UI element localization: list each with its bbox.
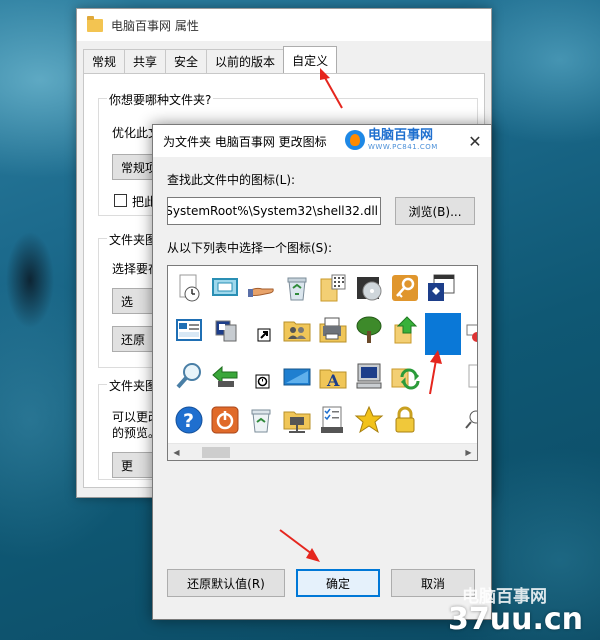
tab-security[interactable]: 安全 bbox=[165, 49, 208, 73]
folder-icon bbox=[87, 15, 103, 32]
change-icon-title: 为文件夹 电脑百事网 更改图标 bbox=[163, 134, 327, 149]
key-icon[interactable] bbox=[388, 271, 422, 305]
recycle-bin-full-icon[interactable] bbox=[280, 271, 314, 305]
display-properties-icon[interactable] bbox=[208, 271, 242, 305]
arrow-to-customize-tab bbox=[320, 68, 343, 109]
printer-folder-icon[interactable] bbox=[316, 313, 350, 347]
shortcut-arrow-icon[interactable] bbox=[244, 313, 278, 347]
checklist-icon[interactable] bbox=[316, 403, 350, 437]
font-folder-icon[interactable]: A bbox=[316, 359, 350, 393]
usb-icon[interactable] bbox=[208, 359, 242, 393]
hand-share-icon[interactable] bbox=[244, 271, 278, 305]
arrow-to-ok-button bbox=[279, 529, 320, 562]
folder-people-icon[interactable] bbox=[280, 313, 314, 347]
document-grid-icon[interactable] bbox=[316, 271, 350, 305]
window-settings-icon[interactable] bbox=[424, 271, 458, 305]
scroll-left-icon[interactable]: ◀ bbox=[168, 444, 185, 460]
icon-file-path-input[interactable]: %SystemRoot%\System32\shell32.dll bbox=[167, 197, 381, 225]
tree-icon[interactable] bbox=[352, 313, 386, 347]
find-icons-label: 查找此文件中的图标(L): bbox=[167, 173, 296, 187]
change-icon-titlebar: 为文件夹 电脑百事网 更改图标 电脑百事网 WWW.PC841.COM ✕ bbox=[153, 125, 491, 157]
clock-overlay-icon[interactable] bbox=[244, 359, 278, 393]
help-icon[interactable]: ? bbox=[172, 403, 206, 437]
scroll-thumb[interactable] bbox=[202, 447, 230, 458]
browse-button[interactable]: 浏览(B)... bbox=[395, 197, 475, 225]
icon-file-path-value: %SystemRoot%\System32\shell32.dll bbox=[167, 204, 378, 218]
tab-sharing[interactable]: 共享 bbox=[124, 49, 167, 73]
sync-icon[interactable] bbox=[388, 359, 422, 393]
computer-icon[interactable] bbox=[352, 359, 386, 393]
partial-icon[interactable] bbox=[464, 313, 477, 347]
lock-icon[interactable] bbox=[388, 403, 422, 437]
icon-list-label: 从以下列表中选择一个图标(S): bbox=[167, 241, 333, 255]
arrow-to-selected-icon bbox=[429, 350, 442, 395]
restore-default-button[interactable]: 还原默认值(R) bbox=[167, 569, 285, 597]
star-icon[interactable] bbox=[352, 403, 386, 437]
scroll-right-icon[interactable]: ▶ bbox=[460, 444, 477, 460]
ok-button[interactable]: 确定 bbox=[296, 569, 380, 597]
logo-mark-icon bbox=[345, 130, 365, 150]
folder-network-icon[interactable] bbox=[280, 403, 314, 437]
tab-general[interactable]: 常规 bbox=[83, 49, 126, 73]
watermark-main: 37uu.cn bbox=[448, 602, 583, 637]
document-icon[interactable] bbox=[464, 359, 477, 393]
screen-icon[interactable] bbox=[280, 359, 314, 393]
tab-previous-versions[interactable]: 以前的版本 bbox=[206, 49, 285, 73]
folder-up-icon[interactable] bbox=[388, 313, 422, 347]
properties-titlebar: 电脑百事网 属性 bbox=[77, 9, 491, 41]
folder-type-question: 你想要哪种文件夹? bbox=[107, 91, 214, 108]
svg-text:A: A bbox=[326, 371, 340, 390]
icon-list-scrollbar[interactable]: ◀ ▶ bbox=[168, 443, 477, 460]
search-icon[interactable] bbox=[172, 359, 206, 393]
properties-tabs: 常规 共享 安全 以前的版本 自定义 bbox=[83, 46, 338, 73]
cd-drive-icon[interactable] bbox=[352, 271, 386, 305]
diver-silhouette bbox=[0, 210, 70, 350]
properties-title: 电脑百事网 属性 bbox=[111, 18, 199, 33]
apply-subfolders-checkbox[interactable] bbox=[114, 194, 127, 207]
logo-site: WWW.PC841.COM bbox=[368, 143, 438, 151]
logo-name: 电脑百事网 bbox=[368, 128, 434, 143]
svg-text:?: ? bbox=[183, 410, 194, 432]
clock-document-icon[interactable] bbox=[172, 271, 206, 305]
watermark: 电脑百事网 37uu.cn bbox=[420, 580, 600, 640]
monitor-icon[interactable] bbox=[208, 313, 242, 347]
recycle-bin-empty-icon[interactable] bbox=[244, 403, 278, 437]
magnifier-doc-icon[interactable] bbox=[464, 403, 477, 437]
power-icon[interactable] bbox=[208, 403, 242, 437]
control-panel-icon[interactable] bbox=[172, 313, 206, 347]
close-button[interactable]: ✕ bbox=[459, 125, 491, 157]
site-logo: 电脑百事网 WWW.PC841.COM bbox=[345, 129, 438, 151]
